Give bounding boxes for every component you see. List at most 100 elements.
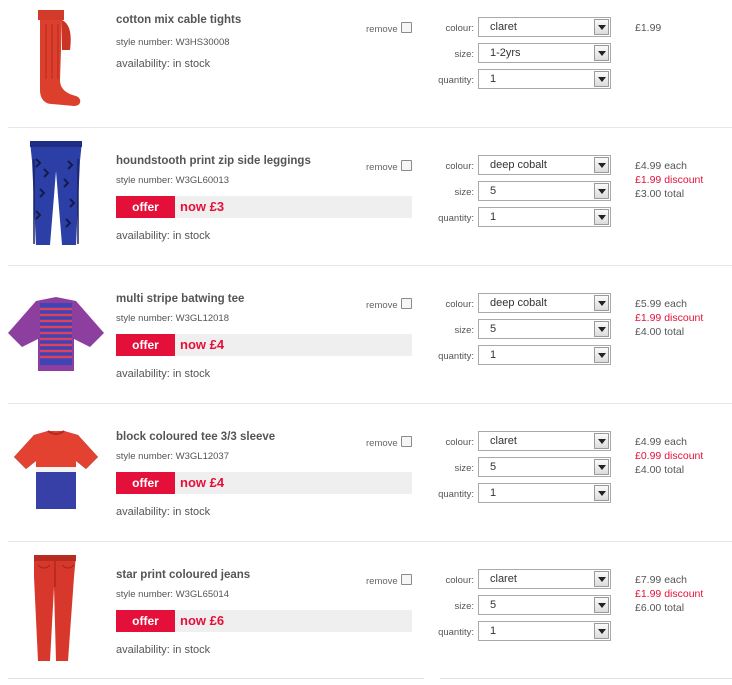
price-discount: £1.99 discount <box>635 174 704 186</box>
offer-badge[interactable]: offer <box>116 472 175 494</box>
purple-batwing-tee-image <box>8 297 104 371</box>
dropdown-arrow-icon[interactable] <box>594 295 609 311</box>
size-select[interactable]: 5 <box>478 457 611 477</box>
remove-label: remove <box>366 24 398 35</box>
price-discount: £1.99 discount <box>635 312 704 324</box>
colour-select[interactable]: claret <box>478 431 611 451</box>
remove-control[interactable]: remove <box>366 298 412 311</box>
price-block: £7.99 each £1.99 discount £6.00 total <box>635 573 703 615</box>
dropdown-arrow-icon[interactable] <box>594 19 609 35</box>
price-block: £4.99 each £1.99 discount £3.00 total <box>635 159 703 201</box>
remove-control[interactable]: remove <box>366 574 412 587</box>
dropdown-arrow-icon[interactable] <box>594 183 609 199</box>
colour-label: colour: <box>445 299 474 310</box>
quantity-value: 1 <box>490 625 497 637</box>
price-each: £4.99 each <box>635 160 687 172</box>
quantity-value: 1 <box>490 211 497 223</box>
product-name[interactable]: multi stripe batwing tee <box>116 293 244 305</box>
size-select[interactable]: 1-2yrs <box>478 43 611 63</box>
colour-label: colour: <box>445 23 474 34</box>
offer-price: now £4 <box>180 337 225 352</box>
dropdown-arrow-icon[interactable] <box>594 209 609 225</box>
size-label: size: <box>454 49 474 60</box>
product-name[interactable]: star print coloured jeans <box>116 569 250 581</box>
size-value: 5 <box>490 185 497 197</box>
colour-select[interactable]: claret <box>478 17 611 37</box>
colour-select[interactable]: deep cobalt <box>478 155 611 175</box>
basket-row: multi stripe batwing tee style number: W… <box>0 265 732 403</box>
price-block: £1.99 <box>635 21 661 35</box>
dropdown-arrow-icon[interactable] <box>594 459 609 475</box>
dropdown-arrow-icon[interactable] <box>594 71 609 87</box>
size-select[interactable]: 5 <box>478 181 611 201</box>
price-total: £3.00 total <box>635 188 685 200</box>
offer-badge[interactable]: offer <box>116 610 175 632</box>
remove-checkbox[interactable] <box>400 160 412 171</box>
offer-bar: offer now £3 <box>116 196 412 218</box>
product-name[interactable]: houndstooth print zip side leggings <box>116 155 311 167</box>
offer-price: now £6 <box>180 613 225 628</box>
quantity-label: quantity: <box>438 489 474 500</box>
availability: availability: in stock <box>116 506 211 518</box>
size-value: 5 <box>490 323 497 335</box>
price-block: £4.99 each £0.99 discount £4.00 total <box>635 435 703 477</box>
quantity-select[interactable]: 1 <box>478 621 611 641</box>
style-number: style number: W3GL12018 <box>116 313 230 324</box>
size-select[interactable]: 5 <box>478 319 611 339</box>
basket-row: houndstooth print zip side leggings styl… <box>0 127 732 265</box>
quantity-label: quantity: <box>438 351 474 362</box>
colour-label: colour: <box>445 161 474 172</box>
product-name[interactable]: block coloured tee 3/3 sleeve <box>116 431 275 443</box>
offer-badge[interactable]: offer <box>116 334 175 356</box>
style-number: style number: W3GL60013 <box>116 175 230 186</box>
remove-checkbox[interactable] <box>400 436 412 447</box>
price-each: £1.99 <box>635 22 662 34</box>
quantity-label: quantity: <box>438 627 474 638</box>
dropdown-arrow-icon[interactable] <box>594 157 609 173</box>
style-number: style number: W3GL12037 <box>116 451 230 462</box>
blue-leggings-image <box>30 141 82 245</box>
size-select[interactable]: 5 <box>478 595 611 615</box>
basket-row: cotton mix cable tights style number: W3… <box>0 0 732 134</box>
dropdown-arrow-icon[interactable] <box>594 623 609 639</box>
remove-control[interactable]: remove <box>366 22 412 35</box>
colour-value: claret <box>490 21 517 33</box>
quantity-value: 1 <box>490 73 497 85</box>
size-label: size: <box>454 463 474 474</box>
colour-select[interactable]: deep cobalt <box>478 293 611 313</box>
offer-bar: offer now £4 <box>116 334 412 356</box>
colour-label: colour: <box>445 575 474 586</box>
product-name[interactable]: cotton mix cable tights <box>116 14 241 26</box>
remove-checkbox[interactable] <box>400 22 412 33</box>
remove-label: remove <box>366 576 398 587</box>
colour-value: deep cobalt <box>490 159 547 171</box>
dropdown-arrow-icon[interactable] <box>594 347 609 363</box>
quantity-select[interactable]: 1 <box>478 69 611 89</box>
dropdown-arrow-icon[interactable] <box>594 321 609 337</box>
price-each: £7.99 each <box>635 574 687 586</box>
basket-row: star print coloured jeans style number: … <box>0 541 732 679</box>
remove-control[interactable]: remove <box>366 436 412 449</box>
quantity-select[interactable]: 1 <box>478 207 611 227</box>
remove-label: remove <box>366 438 398 449</box>
offer-bar: offer now £6 <box>116 610 412 632</box>
dropdown-arrow-icon[interactable] <box>594 571 609 587</box>
remove-control[interactable]: remove <box>366 160 412 173</box>
remove-label: remove <box>366 300 398 311</box>
quantity-value: 1 <box>490 349 497 361</box>
offer-badge[interactable]: offer <box>116 196 175 218</box>
dropdown-arrow-icon[interactable] <box>594 485 609 501</box>
dropdown-arrow-icon[interactable] <box>594 597 609 613</box>
block-colour-tee-image <box>14 430 98 509</box>
price-discount: £0.99 discount <box>635 450 704 462</box>
dropdown-arrow-icon[interactable] <box>594 45 609 61</box>
size-label: size: <box>454 187 474 198</box>
quantity-select[interactable]: 1 <box>478 483 611 503</box>
colour-select[interactable]: claret <box>478 569 611 589</box>
remove-checkbox[interactable] <box>400 298 412 309</box>
quantity-select[interactable]: 1 <box>478 345 611 365</box>
remove-label: remove <box>366 162 398 173</box>
dropdown-arrow-icon[interactable] <box>594 433 609 449</box>
remove-checkbox[interactable] <box>400 574 412 585</box>
colour-value: claret <box>490 573 517 585</box>
